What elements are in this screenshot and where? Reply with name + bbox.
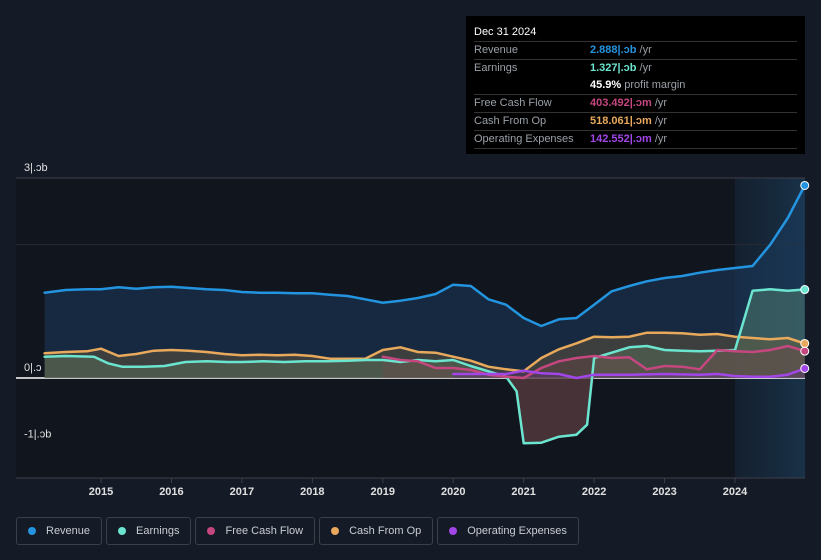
legend-label: Cash From Op	[349, 525, 422, 537]
tooltip-row-value: 45.9% profit margin	[590, 77, 685, 94]
tooltip-row-label	[474, 77, 590, 94]
legend-item-free-cash-flow[interactable]: Free Cash Flow	[195, 517, 316, 545]
x-tick-label: 2015	[89, 486, 113, 498]
endpoint-free-cash-flow	[800, 346, 810, 356]
tooltip-row: Operating Expenses 142.552|.ɔm /yr	[474, 131, 797, 149]
tooltip-value-unit: /yr	[636, 44, 652, 56]
tooltip-value-unit: profit margin	[621, 79, 686, 91]
legend-dot-icon	[331, 527, 340, 535]
x-tick-label: 2021	[511, 486, 535, 498]
legend-label: Operating Expenses	[467, 525, 567, 537]
x-tick-label: 2020	[441, 486, 465, 498]
legend-label: Free Cash Flow	[225, 525, 304, 537]
endpoint-operating-expenses	[800, 363, 810, 373]
tooltip-row: Cash From Op 518.061|.ɔm /yr	[474, 113, 797, 131]
legend-dot-icon	[118, 527, 127, 535]
tooltip-panel: Dec 31 2024 Revenue 2.888|.ɔb /yr Earnings…	[466, 16, 805, 154]
legend: Revenue Earnings Free Cash Flow Cash From O…	[16, 517, 579, 545]
tooltip-row-value: 142.552|.ɔm /yr	[590, 131, 667, 148]
tooltip-value-number: 45.9%	[590, 79, 622, 91]
x-tick-label: 2023	[652, 486, 676, 498]
tooltip-row-value: 1.327|.ɔb /yr	[590, 60, 652, 77]
tooltip-value-number: 403.492|.ɔm	[590, 97, 652, 109]
tooltip-row: Free Cash Flow 403.492|.ɔm /yr	[474, 95, 797, 113]
tooltip-row-label: Revenue	[474, 44, 519, 56]
endpoint-earnings	[800, 285, 810, 295]
legend-dot-icon	[449, 527, 458, 535]
y-tick-label: 3|.ɔb	[24, 162, 48, 174]
endpoint-revenue	[800, 180, 810, 190]
x-tick-label: 2019	[371, 486, 395, 498]
y-tick-label: -1|.ɔb	[24, 429, 51, 441]
tooltip-value-number: 142.552|.ɔm	[590, 133, 652, 145]
tooltip-value-unit: /yr	[651, 133, 668, 145]
x-tick-label: 2017	[230, 486, 254, 498]
tooltip-date: Dec 31 2024	[474, 24, 797, 42]
x-tick-label: 2024	[723, 486, 748, 498]
tooltip-value-unit: /yr	[651, 115, 668, 127]
legend-item-cash-from-op[interactable]: Cash From Op	[319, 517, 434, 545]
legend-item-operating-expenses[interactable]: Operating Expenses	[437, 517, 579, 545]
y-tick-label: 0|.ɔ	[24, 362, 42, 374]
tooltip-row-label: Operating Expenses	[474, 133, 574, 145]
x-tick-label: 2022	[582, 486, 606, 498]
legend-item-earnings[interactable]: Earnings	[106, 517, 192, 545]
x-tick-label: 2016	[159, 486, 183, 498]
tooltip-row-value: 403.492|.ɔm /yr	[590, 95, 667, 112]
tooltip-row: Earnings 1.327|.ɔb /yr	[474, 60, 797, 77]
tooltip-value-number: 2.888|.ɔb	[590, 44, 637, 56]
tooltip-value-number: 518.061|.ɔm	[590, 115, 652, 127]
tooltip-value-number: 1.327|.ɔb	[590, 62, 637, 74]
x-tick-label: 2018	[300, 486, 324, 498]
legend-label: Earnings	[136, 525, 180, 537]
legend-item-revenue[interactable]: Revenue	[16, 517, 103, 545]
tooltip-row-value: 2.888|.ɔb /yr	[590, 42, 652, 59]
tooltip-row: 45.9% profit margin	[474, 77, 797, 95]
tooltip-row-label: Earnings	[474, 62, 518, 74]
tooltip-row-label: Cash From Op	[474, 115, 547, 127]
legend-label: Revenue	[46, 525, 91, 537]
tooltip-row-label: Free Cash Flow	[474, 97, 552, 109]
endpoint-cash-from-op	[800, 338, 810, 348]
legend-dot-icon	[207, 527, 216, 535]
tooltip-value-unit: /yr	[636, 62, 652, 74]
legend-dot-icon	[28, 527, 36, 535]
tooltip-row-value: 518.061|.ɔm /yr	[590, 113, 667, 130]
tooltip-row: Revenue 2.888|.ɔb /yr	[474, 42, 797, 60]
tooltip-value-unit: /yr	[651, 97, 668, 109]
